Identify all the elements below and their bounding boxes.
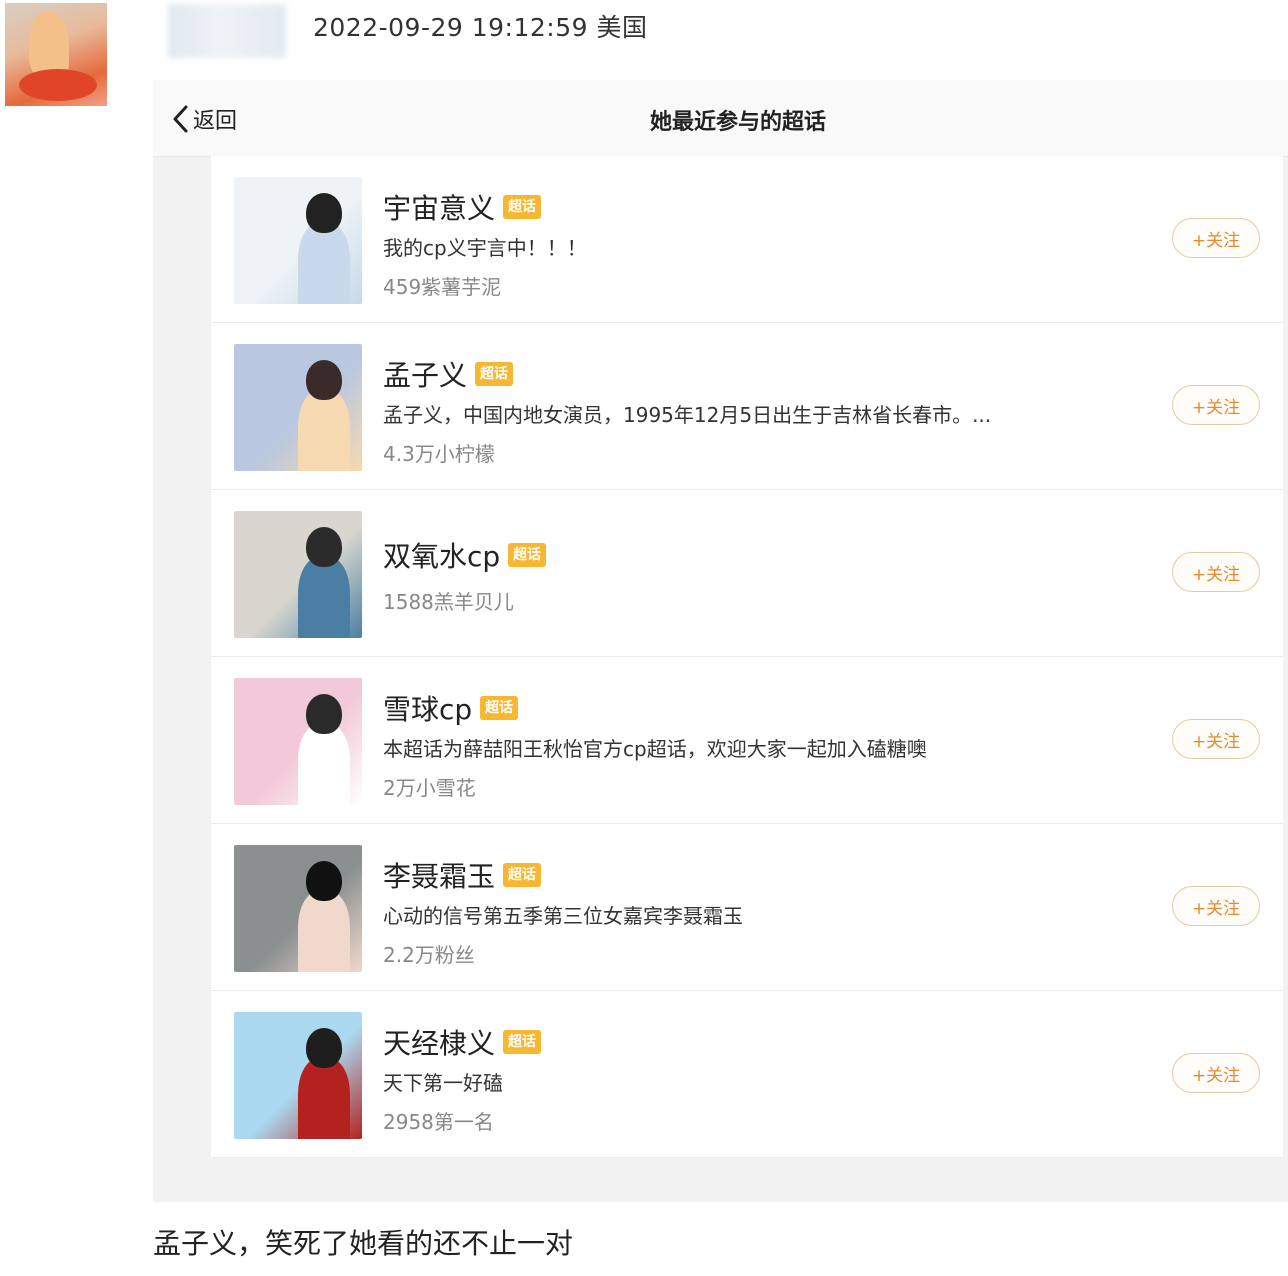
topic-description: 天下第一好磕 [383, 1071, 503, 1095]
post-timestamp: 2022-09-29 19:12:59 美国 [313, 13, 648, 42]
topic-title: 雪球cp [383, 693, 473, 726]
topic-row[interactable]: 雪球cp 超话 本超话为薛喆阳王秋怡官方cp超话，欢迎大家一起加入磕糖噢 2万小… [211, 657, 1283, 824]
thumbnail-hair [306, 1028, 342, 1068]
topic-row[interactable]: 宇宙意义 超话 我的cp义宇言中！！！ 459紫薯芋泥 +关注 [211, 156, 1283, 323]
topic-description: 我的cp义宇言中！！！ [383, 236, 587, 260]
topic-description: 心动的信号第五季第三位女嘉宾李聂霜玉 [383, 904, 743, 928]
follow-button[interactable]: +关注 [1172, 552, 1260, 592]
thumbnail-hair [306, 193, 342, 233]
thumbnail-hair [306, 861, 342, 901]
topic-fans-count: 459紫薯芋泥 [383, 275, 502, 299]
topic-row[interactable]: 孟子义 超话 孟子义，中国内地女演员，1995年12月5日出生于吉林省长春市。.… [211, 323, 1283, 490]
avatar-flowers [19, 69, 97, 101]
topic-description: 本超话为薛喆阳王秋怡官方cp超话，欢迎大家一起加入磕糖噢 [383, 737, 927, 761]
topic-title-line: 宇宙意义 超话 [383, 186, 1083, 228]
topic-thumbnail [234, 344, 362, 471]
avatar-figure [29, 11, 69, 77]
follow-button[interactable]: +关注 [1172, 385, 1260, 425]
thumbnail-figure [298, 891, 350, 972]
topic-thumbnail [234, 678, 362, 805]
topic-title: 双氧水cp [383, 540, 501, 573]
supertopic-badge: 超话 [503, 195, 542, 219]
page-title: 她最近参与的超话 [649, 110, 826, 135]
topic-title: 李聂霜玉 [383, 860, 496, 893]
supertopic-badge: 超话 [503, 863, 542, 887]
thumbnail-figure [298, 724, 350, 805]
topic-title-line: 雪球cp 超话 [383, 687, 1083, 729]
topic-fans-count: 2958第一名 [383, 1110, 494, 1134]
topic-thumbnail [234, 511, 362, 638]
topic-row[interactable]: 李聂霜玉 超话 心动的信号第五季第三位女嘉宾李聂霜玉 2.2万粉丝 +关注 [211, 824, 1283, 991]
topic-thumbnail [234, 177, 362, 304]
embedded-screenshot: 返回 她最近参与的超话 宇宙意义 超话 我的cp义宇言中！！！ 459紫薯芋泥 … [153, 80, 1288, 1202]
topic-row[interactable]: 双氧水cp 超话 1588羔羊贝儿 +关注 [211, 490, 1283, 657]
blurred-username [168, 4, 286, 58]
topic-thumbnail [234, 845, 362, 972]
topic-title-line: 天经棣义 超话 [383, 1021, 1083, 1063]
thumbnail-figure [298, 223, 350, 304]
topic-fans-count: 1588羔羊贝儿 [383, 590, 514, 614]
follow-button[interactable]: +关注 [1172, 1053, 1260, 1093]
topic-title: 宇宙意义 [383, 192, 496, 225]
user-avatar[interactable] [5, 3, 107, 106]
supertopic-badge: 超话 [480, 696, 519, 720]
thumbnail-figure [298, 557, 350, 638]
topic-info: 双氧水cp 超话 1588羔羊贝儿 [383, 534, 1083, 615]
follow-button[interactable]: +关注 [1172, 886, 1260, 926]
topic-title-line: 双氧水cp 超话 [383, 534, 1083, 576]
thumbnail-hair [306, 694, 342, 734]
topic-thumbnail [234, 1012, 362, 1139]
topic-fans-count: 2万小雪花 [383, 776, 476, 800]
topic-info: 天经棣义 超话 天下第一好磕 2958第一名 [383, 1021, 1083, 1135]
topic-info: 李聂霜玉 超话 心动的信号第五季第三位女嘉宾李聂霜玉 2.2万粉丝 [383, 854, 1083, 968]
topic-title: 天经棣义 [383, 1027, 496, 1060]
topic-title-line: 李聂霜玉 超话 [383, 854, 1083, 896]
follow-button[interactable]: +关注 [1172, 719, 1260, 759]
thumbnail-hair [306, 360, 342, 400]
topic-fans-count: 4.3万小柠檬 [383, 442, 495, 466]
topic-title: 孟子义 [383, 359, 468, 392]
topic-list: 宇宙意义 超话 我的cp义宇言中！！！ 459紫薯芋泥 +关注 孟子义 超话 孟… [211, 156, 1283, 1158]
follow-button[interactable]: +关注 [1172, 218, 1260, 258]
supertopic-badge: 超话 [475, 362, 514, 386]
topic-row[interactable]: 天经棣义 超话 天下第一好磕 2958第一名 +关注 [211, 991, 1283, 1158]
thumbnail-hair [306, 527, 342, 567]
page: 2022-09-29 19:12:59 美国 返回 她最近参与的超话 宇宙意义 … [0, 0, 1288, 1276]
topic-info: 宇宙意义 超话 我的cp义宇言中！！！ 459紫薯芋泥 [383, 186, 1083, 300]
supertopic-badge: 超话 [503, 1030, 542, 1054]
topic-title-line: 孟子义 超话 [383, 353, 1083, 395]
thumbnail-figure [298, 1058, 350, 1139]
post-caption: 孟子义，笑死了她看的还不止一对 [153, 1227, 574, 1260]
thumbnail-figure [298, 390, 350, 471]
topic-description: 孟子义，中国内地女演员，1995年12月5日出生于吉林省长春市。... [383, 403, 992, 427]
nav-bar: 返回 她最近参与的超话 [153, 80, 1288, 157]
topic-fans-count: 2.2万粉丝 [383, 943, 475, 967]
topic-info: 孟子义 超话 孟子义，中国内地女演员，1995年12月5日出生于吉林省长春市。.… [383, 353, 1083, 467]
topic-info: 雪球cp 超话 本超话为薛喆阳王秋怡官方cp超话，欢迎大家一起加入磕糖噢 2万小… [383, 687, 1083, 801]
supertopic-badge: 超话 [508, 543, 547, 567]
